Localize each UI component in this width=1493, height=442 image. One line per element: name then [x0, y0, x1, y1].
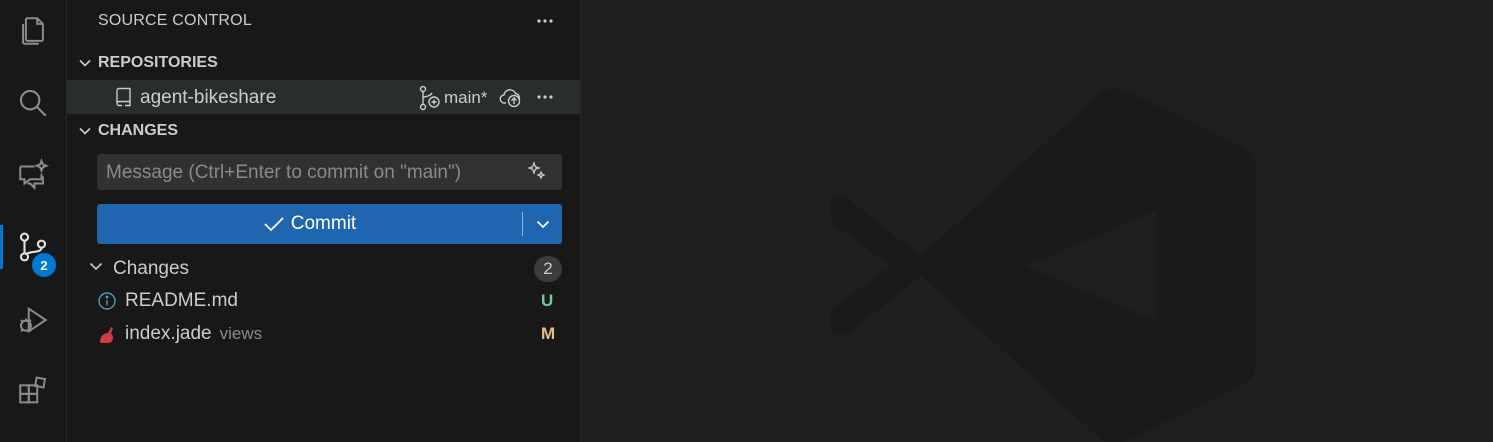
- vscode-logo-watermark: [831, 88, 1256, 442]
- chevron-down-icon: [536, 220, 549, 229]
- check-icon: [264, 217, 284, 232]
- source-control-sidebar: SOURCE CONTROL REPOSITORIES agent-bikesh…: [67, 0, 581, 442]
- file-name: README.md: [125, 290, 238, 311]
- activity-search[interactable]: [0, 75, 66, 131]
- commit-dropdown-button[interactable]: [523, 204, 562, 244]
- repo-name: agent-bikeshare: [140, 87, 277, 108]
- activity-extensions[interactable]: [0, 363, 66, 419]
- extensions-icon: [19, 376, 47, 404]
- commit-message-box: [97, 154, 562, 192]
- files-icon: [22, 17, 44, 45]
- activity-bar: 2: [0, 0, 67, 442]
- chat-sparkle-icon: [19, 158, 50, 191]
- repository-row[interactable]: agent-bikeshare main*: [67, 80, 580, 114]
- changes-section-header[interactable]: CHANGES: [67, 116, 580, 146]
- commit-button[interactable]: Commit: [97, 204, 522, 244]
- commit-button-group: Commit: [97, 204, 562, 244]
- changes-group-row[interactable]: Changes 2: [87, 254, 567, 284]
- info-icon: [97, 291, 117, 316]
- branch-name[interactable]: main*: [444, 88, 487, 108]
- changed-file-row[interactable]: README.md U: [67, 285, 580, 317]
- commit-message-input[interactable]: [97, 154, 528, 192]
- activity-chat[interactable]: [0, 147, 66, 203]
- changes-count-badge: 2: [534, 256, 562, 282]
- changes-group-label: Changes: [113, 258, 190, 279]
- branch-icon[interactable]: [418, 85, 442, 116]
- file-name: index.jade views: [125, 323, 263, 344]
- commit-button-label: Commit: [290, 213, 357, 234]
- changes-header-label: CHANGES: [98, 122, 179, 139]
- repositories-section-header[interactable]: REPOSITORIES: [67, 48, 580, 78]
- activity-explorer[interactable]: [0, 3, 66, 59]
- file-status-modified: M: [541, 324, 556, 343]
- file-status-untracked: U: [541, 291, 554, 310]
- sparkle-icon[interactable]: [527, 161, 547, 186]
- source-control-badge: 2: [32, 253, 56, 277]
- search-icon: [19, 89, 47, 117]
- more-actions-icon[interactable]: [533, 9, 557, 33]
- activity-source-control[interactable]: 2: [0, 219, 66, 277]
- repo-icon: [115, 87, 133, 112]
- chevron-down-icon: [73, 119, 97, 143]
- repositories-header-label: REPOSITORIES: [98, 54, 218, 71]
- changed-file-row[interactable]: index.jade views M: [67, 318, 580, 350]
- file-directory: views: [219, 324, 263, 343]
- editor-area: [581, 0, 1493, 442]
- run-debug-icon: [19, 306, 48, 334]
- activity-run-debug[interactable]: [0, 292, 66, 348]
- sidebar-title: SOURCE CONTROL: [98, 12, 252, 29]
- repo-more-actions-icon[interactable]: [533, 85, 557, 109]
- chevron-down-icon: [73, 51, 97, 75]
- chevron-down-icon: [87, 257, 105, 281]
- cloud-upload-icon[interactable]: [499, 86, 523, 113]
- jade-file-icon: [97, 324, 119, 351]
